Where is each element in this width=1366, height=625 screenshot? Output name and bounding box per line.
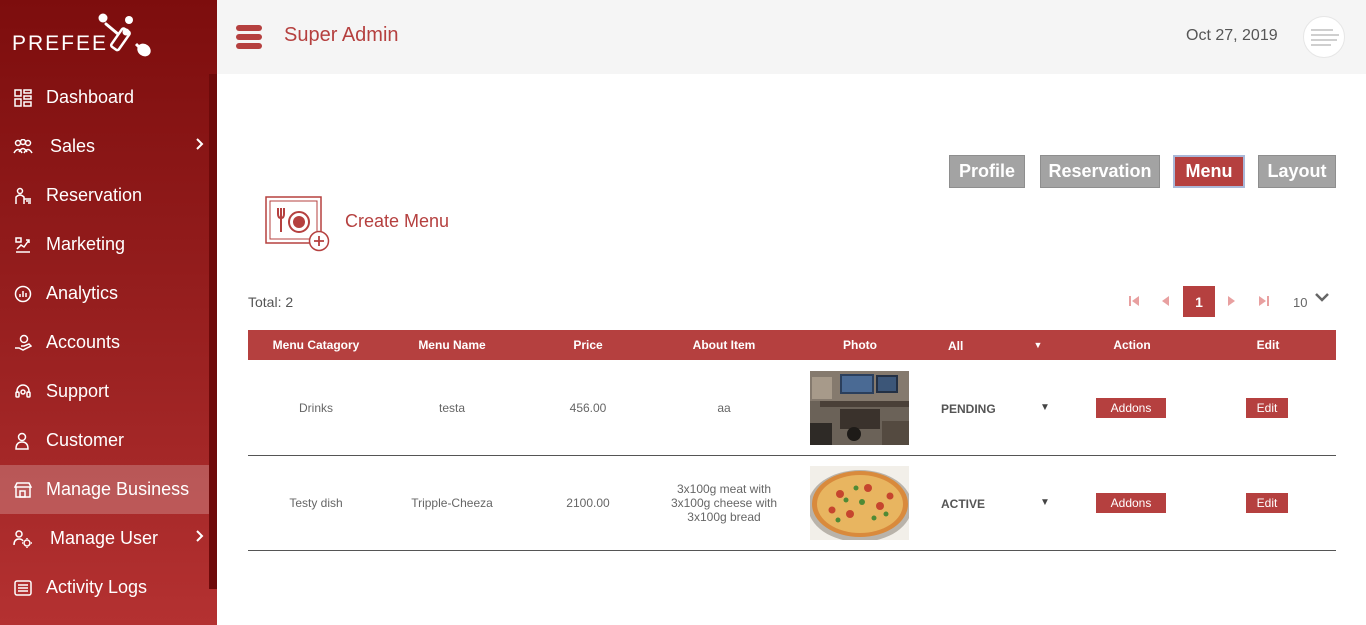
sidebar-item-sales[interactable]: Sales (0, 122, 209, 171)
sidebar: PREFEE Dashboard Sales Reservation Marke… (0, 0, 217, 625)
addons-button[interactable]: Addons (1096, 493, 1166, 513)
sidebar-item-label: Reservation (46, 185, 143, 205)
item-photo (810, 371, 909, 445)
status-filter-select[interactable]: All (948, 331, 964, 361)
logs-list-icon (13, 578, 33, 598)
sidebar-item-manage-user[interactable]: Manage User (0, 514, 209, 563)
status-dropdown-icon[interactable]: ▼ (1040, 402, 1050, 413)
cell-price: 2100.00 (566, 496, 610, 510)
customer-user-icon (13, 431, 33, 451)
cell-about: aa (717, 401, 731, 415)
sidebar-item-support[interactable]: Support (0, 367, 209, 416)
sidebar-item-manage-business[interactable]: Manage Business (0, 465, 209, 514)
sidebar-item-activity-logs[interactable]: Activity Logs (0, 563, 209, 612)
tab-profile[interactable]: Profile (949, 155, 1025, 188)
cell-price: 456.00 (569, 401, 607, 415)
status-select[interactable]: PENDING (941, 402, 996, 416)
sidebar-scrollbar[interactable] (209, 74, 217, 589)
logo[interactable]: PREFEE (12, 10, 162, 66)
sidebar-item-dashboard[interactable]: Dashboard (0, 73, 209, 122)
about-line: 3x100g bread (687, 510, 761, 524)
sidebar-item-label: Activity Logs (46, 577, 148, 597)
addons-button[interactable]: Addons (1096, 398, 1166, 418)
item-photo (810, 466, 909, 540)
sidebar-item-label: Marketing (46, 234, 126, 254)
col-photo: Photo (843, 338, 877, 352)
sidebar-item-customer[interactable]: Customer (0, 416, 209, 465)
people-group-icon (13, 137, 33, 157)
analytics-gauge-icon (13, 284, 33, 304)
cell-category: Testy dish (289, 496, 343, 510)
edit-button[interactable]: Edit (1246, 493, 1288, 513)
header-date: Oct 27, 2019 (1186, 27, 1278, 44)
col-action: Action (1113, 338, 1151, 352)
cell-about: 3x100g meat with 3x100g cheese with 3x10… (656, 482, 792, 524)
status-filter-arrow-icon[interactable]: ▼ (1033, 330, 1043, 360)
page-title: Super Admin (284, 24, 399, 46)
cell-name: Tripple-Cheeza (411, 496, 493, 510)
current-page-button[interactable]: 1 (1183, 286, 1215, 317)
last-page-icon[interactable] (1258, 295, 1270, 307)
status-select[interactable]: ACTIVE (941, 497, 985, 511)
page-size-value[interactable]: 10 (1293, 295, 1307, 310)
sidebar-item-reservation[interactable]: Reservation (0, 171, 209, 220)
about-line: 3x100g meat with (676, 482, 772, 496)
cell-category: Drinks (298, 401, 333, 415)
chevron-right-icon (196, 530, 204, 542)
chevron-down-icon[interactable] (1314, 291, 1330, 303)
sidebar-item-marketing[interactable]: Marketing (0, 220, 209, 269)
tab-menu[interactable]: Menu (1173, 155, 1245, 188)
create-menu-link[interactable]: Create Menu (345, 211, 449, 232)
sidebar-nav: Dashboard Sales Reservation Marketing An… (0, 73, 209, 612)
support-headset-icon (13, 382, 33, 402)
top-header: Super Admin Oct 27, 2019 (217, 0, 1366, 74)
store-icon (13, 480, 33, 500)
sidebar-item-label: Accounts (46, 332, 121, 352)
sidebar-item-label: Analytics (46, 283, 119, 303)
marketing-icon (13, 235, 33, 255)
sidebar-item-label: Sales (50, 136, 96, 156)
logo-mark-icon (98, 13, 151, 57)
col-edit: Edit (1256, 338, 1280, 352)
sidebar-item-label: Manage User (50, 528, 159, 548)
sidebar-item-analytics[interactable]: Analytics (0, 269, 209, 318)
cell-name: testa (438, 401, 465, 415)
col-price: Price (573, 338, 603, 352)
next-page-icon[interactable] (1227, 295, 1237, 307)
sidebar-item-label: Support (46, 381, 110, 401)
avatar[interactable] (1303, 16, 1345, 58)
create-menu-plate-icon[interactable] (265, 196, 331, 252)
edit-button[interactable]: Edit (1246, 398, 1288, 418)
status-dropdown-icon[interactable]: ▼ (1040, 497, 1050, 508)
tab-layout[interactable]: Layout (1258, 155, 1336, 188)
sidebar-item-accounts[interactable]: Accounts (0, 318, 209, 367)
prev-page-icon[interactable] (1160, 295, 1170, 307)
users-gear-icon (13, 529, 33, 549)
reservation-icon (13, 186, 33, 206)
about-line: 3x100g cheese with (670, 496, 778, 510)
tab-reservation[interactable]: Reservation (1040, 155, 1160, 188)
accounts-coin-hand-icon (13, 333, 33, 353)
sidebar-item-label: Dashboard (46, 87, 135, 107)
table-row: Drinks testa 456.00 aa PENDING ▼ Addons … (248, 361, 1336, 456)
menu-toggle-icon[interactable] (236, 25, 262, 49)
col-menu-name: Menu Name (418, 338, 486, 352)
sidebar-item-label: Manage Business (46, 479, 190, 499)
table-row: Testy dish Tripple-Cheeza 2100.00 3x100g… (248, 456, 1336, 551)
sidebar-item-label: Customer (46, 430, 125, 450)
first-page-icon[interactable] (1128, 295, 1140, 307)
table-header: Menu Catagory Menu Name Price About Item… (248, 330, 1336, 360)
col-menu-category: Menu Catagory (272, 338, 360, 352)
brand-name: PREFEE (12, 32, 109, 55)
dashboard-icon (13, 88, 33, 108)
col-about-item: About Item (692, 338, 756, 352)
total-count: Total: 2 (248, 294, 294, 310)
chevron-right-icon (196, 138, 204, 150)
